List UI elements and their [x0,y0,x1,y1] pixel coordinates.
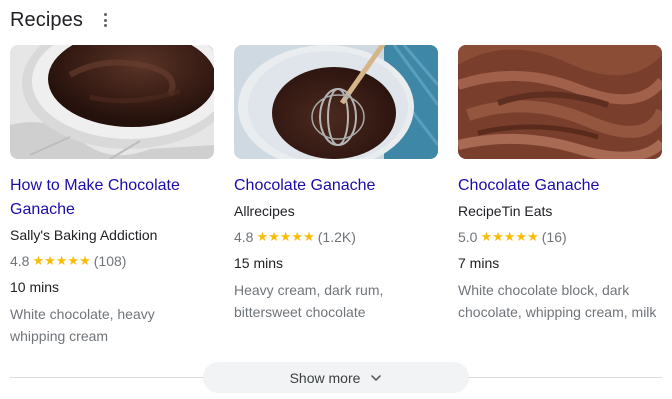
cook-time: 10 mins [10,279,60,295]
more-options-icon[interactable] [99,10,113,30]
rating-value: 5.0 [458,229,478,245]
recipe-thumbnail[interactable] [234,45,438,159]
star-rating-icon: ★★★★★ [480,229,539,244]
recipe-thumbnail[interactable] [458,45,662,159]
recipe-source: Allrecipes [234,203,295,219]
recipe-cards: How to Make Chocolate Ganache Sally's Ba… [10,45,662,347]
rating-value: 4.8 [234,229,254,245]
recipe-card[interactable]: Chocolate Ganache Allrecipes 4.8 ★★★★★ (… [234,45,438,347]
title-line: Ganache [10,201,75,218]
ingredients: Heavy cream, dark rum, bittersweet choco… [234,279,438,323]
rating-row: 4.8 ★★★★★ (1.2K) [234,227,438,247]
recipe-thumbnail[interactable] [10,45,214,159]
recipe-card[interactable]: Chocolate Ganache RecipeTin Eats 5.0 ★★★… [458,45,662,347]
ingredients: White chocolate block, dark chocolate, w… [458,279,662,323]
cook-time: 15 mins [234,255,284,271]
rating-value: 4.8 [10,253,30,269]
show-more-label: Show more [289,369,361,386]
recipe-title-link[interactable]: Chocolate Ganache [458,174,662,198]
ingredients-line: Heavy cream, dark rum, [234,282,384,298]
review-count: (108) [93,253,127,269]
recipe-source: Sally's Baking Addiction [10,227,158,243]
recipes-header: Recipes [10,6,113,34]
rating-row: 4.8 ★★★★★ (108) [10,251,214,271]
ingredients-line: chocolate, whipping cream, milk [458,304,657,320]
recipe-title-link[interactable]: Chocolate Ganache [234,174,438,198]
chevron-down-icon [371,374,382,381]
section-title: Recipes [10,8,83,31]
ingredients-line: bittersweet chocolate [234,304,366,320]
cook-time: 7 mins [458,255,500,271]
show-more-button[interactable]: Show more [203,362,469,393]
rating-row: 5.0 ★★★★★ (16) [458,227,662,247]
star-rating-icon: ★★★★★ [256,229,315,244]
ingredients-line: White chocolate, heavy [10,306,155,322]
recipe-source: RecipeTin Eats [458,203,553,219]
recipe-card[interactable]: How to Make Chocolate Ganache Sally's Ba… [10,45,214,347]
ingredients: White chocolate, heavy whipping cream [10,303,214,347]
title-line: How to Make Chocolate [10,177,180,194]
title-line: Chocolate Ganache [458,177,600,194]
review-count: (16) [541,229,567,245]
title-line: Chocolate Ganache [234,177,376,194]
ingredients-line: whipping cream [10,328,109,344]
star-rating-icon: ★★★★★ [32,253,91,268]
ingredients-line: White chocolate block, dark [458,282,630,298]
recipe-title-link[interactable]: How to Make Chocolate Ganache [10,174,214,222]
review-count: (1.2K) [317,229,356,245]
